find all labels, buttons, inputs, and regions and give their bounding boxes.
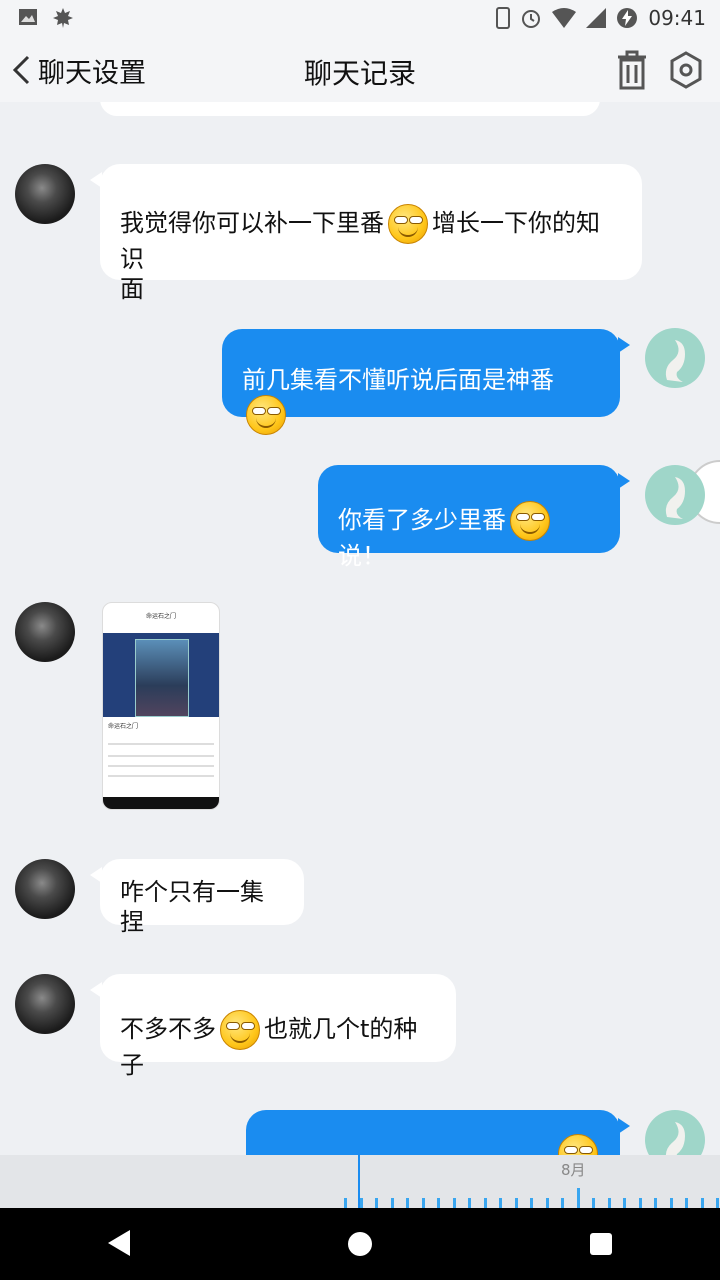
timeline-tick [391, 1198, 394, 1208]
timeline-tick [344, 1198, 347, 1208]
avatar-self[interactable] [645, 465, 705, 525]
chat-log[interactable]: 我觉得你可以补一下里番 增长一下你的知识 面 前几集看不懂听说后面是神番 你看了多… [0, 102, 720, 1155]
message-text: 不多不多 [120, 1015, 216, 1043]
timeline-tick [623, 1198, 626, 1208]
message-text: 我觉得你可以补一下里番 [120, 209, 384, 237]
timeline-tick [592, 1198, 595, 1208]
timeline-ticks [0, 1188, 720, 1208]
leaf-icon [53, 8, 73, 28]
timeline-tick [701, 1198, 704, 1208]
timeline-tick [360, 1198, 363, 1208]
image-icon [19, 9, 37, 25]
avatar-image [665, 477, 685, 519]
avatar[interactable] [15, 859, 75, 919]
message-bubble[interactable]: 我觉得你可以补一下里番 增长一下你的知识 面 [90, 164, 642, 303]
title-bar: 聊天设置 聊天记录 [0, 36, 720, 102]
trash-icon [618, 50, 646, 90]
avatar-image [665, 340, 685, 382]
thumbnail-name: 命运石之门 [108, 723, 139, 730]
timeline-tick [639, 1198, 642, 1208]
phone-icon [496, 7, 511, 29]
thumbnail-line [108, 743, 214, 745]
timeline-tick [422, 1198, 425, 1208]
timeline-tick [561, 1198, 564, 1208]
timeline-tick [546, 1198, 549, 1208]
smirk-emoji-icon [558, 1134, 598, 1155]
delete-button[interactable] [612, 48, 652, 92]
battery-charging-icon [617, 8, 638, 28]
message-text: 你看了多少里番 [338, 506, 506, 534]
timeline-tick [453, 1198, 456, 1208]
timeline-tick [437, 1198, 440, 1208]
timeline-tick [468, 1198, 471, 1208]
image-message-thumbnail[interactable]: 命运石之门 命运石之门 [102, 602, 220, 810]
nav-back-icon[interactable] [108, 1230, 130, 1256]
timeline-tick [406, 1198, 409, 1208]
smirk-emoji-icon [510, 501, 550, 541]
avatar-self[interactable] [645, 1110, 705, 1155]
avatar[interactable] [15, 602, 75, 662]
timeline-tick [375, 1198, 378, 1208]
message-bubble[interactable]: 你看了多少里番 说！ [318, 465, 630, 570]
timeline-tick [654, 1198, 657, 1208]
message-bubble[interactable]: 不多不多 也就几个t的种子 [90, 974, 456, 1079]
settings-button[interactable] [668, 50, 704, 90]
message-text: 面 [120, 275, 144, 303]
timeline-tick [484, 1198, 487, 1208]
timeline-tick [515, 1198, 518, 1208]
message-bubble-partial[interactable] [246, 1110, 630, 1155]
thumbnail-title: 命运石之门 [145, 613, 176, 620]
smirk-emoji-icon [220, 1010, 260, 1050]
timeline-tick [499, 1198, 502, 1208]
status-time: 09:41 [648, 6, 706, 30]
smirk-emoji-icon [388, 204, 428, 244]
avatar-self[interactable] [645, 328, 705, 388]
alarm-icon [522, 10, 541, 28]
status-bar: 09:41 [0, 0, 720, 36]
message-text: 说！ [338, 542, 386, 570]
timeline-month-label: 8月 [561, 1161, 586, 1179]
avatar-image [665, 1122, 685, 1155]
thumbnail-line [108, 775, 214, 777]
thumbnail-navbar [103, 797, 219, 809]
timeline-tick [670, 1198, 673, 1208]
smirk-emoji-icon [246, 395, 286, 435]
message-text: 前几集看不懂听说后面是神番 [242, 366, 554, 394]
date-timeline-scrubber[interactable]: 8月 [0, 1155, 720, 1208]
nav-recents-icon[interactable] [590, 1233, 612, 1255]
message-text: 咋个只有一集捏 [120, 878, 264, 936]
thumbnail-line [108, 755, 214, 757]
gear-icon [670, 51, 702, 89]
thumbnail-poster [135, 639, 189, 717]
signal-icon [586, 8, 607, 28]
message-bubble[interactable]: 前几集看不懂听说后面是神番 [222, 329, 630, 435]
message-bubble[interactable]: 咋个只有一集捏 [90, 859, 304, 936]
timeline-tick [530, 1198, 533, 1208]
timeline-tick [608, 1198, 611, 1208]
avatar[interactable] [15, 164, 75, 224]
system-navigation-bar [0, 1208, 720, 1280]
nav-home-icon[interactable] [348, 1232, 372, 1256]
thumbnail-line [108, 765, 214, 767]
timeline-tick [716, 1198, 719, 1208]
timeline-tick [685, 1198, 688, 1208]
timeline-tick [577, 1188, 580, 1208]
wifi-icon [552, 8, 577, 28]
avatar[interactable] [15, 974, 75, 1034]
message-bubble-partial [100, 102, 600, 116]
